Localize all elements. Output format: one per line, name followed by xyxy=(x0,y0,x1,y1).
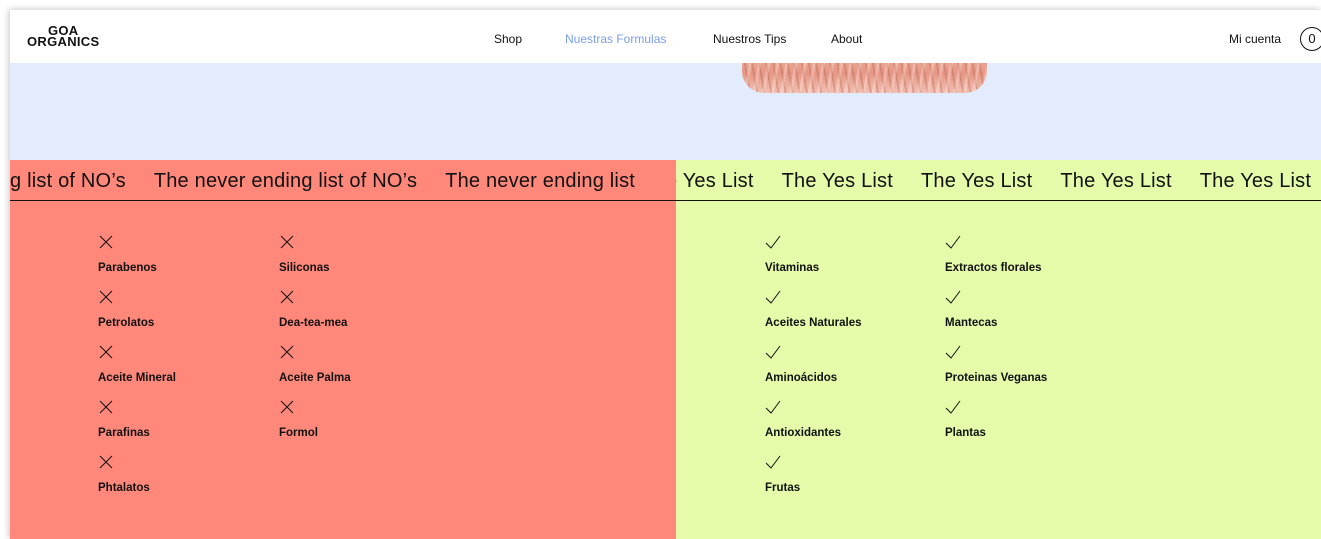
cart-count-badge[interactable]: 0 xyxy=(1300,27,1321,51)
brand-logo[interactable]: GOA ORGANICS xyxy=(27,24,100,49)
x-icon xyxy=(280,290,294,304)
yes-marquee-text: The Yes List xyxy=(921,170,1033,192)
site-header: GOA ORGANICS Shop Nuestras Formulas Nues… xyxy=(10,10,1321,63)
no-list-marquee: g list of NO’s The never ending list of N… xyxy=(10,170,663,193)
yes-marquee-text: The Yes List xyxy=(1199,170,1312,192)
nav-shop[interactable]: Shop xyxy=(494,32,522,46)
no-list-section: g list of NO’s The never ending list of N… xyxy=(10,160,676,539)
x-icon xyxy=(99,455,113,469)
logo-line-2: ORGANICS xyxy=(27,34,100,49)
no-item-label: Phtalatos xyxy=(98,482,150,494)
no-item-label: Dea-tea-mea xyxy=(279,317,348,329)
yes-item-label: Extractos florales xyxy=(945,262,1042,274)
x-icon xyxy=(99,345,113,359)
yes-list-divider xyxy=(676,200,1321,201)
x-icon xyxy=(99,235,113,249)
yes-list-marquee: e Yes List The Yes List The Yes List The Ye… xyxy=(676,170,1321,193)
account-link[interactable]: Mi cuenta xyxy=(1229,32,1281,46)
check-icon xyxy=(765,235,781,249)
no-item-label: Formol xyxy=(279,427,318,439)
no-item-label: Parafinas xyxy=(98,427,150,439)
x-icon xyxy=(280,400,294,414)
check-icon xyxy=(945,345,961,359)
yes-item-label: Vitaminas xyxy=(765,262,820,274)
check-icon xyxy=(765,455,781,469)
check-icon xyxy=(765,400,781,414)
x-icon xyxy=(99,290,113,304)
no-item-label: Aceite Palma xyxy=(279,372,351,384)
no-marquee-text: The never ending list of NO’s xyxy=(153,170,418,192)
check-icon xyxy=(765,290,781,304)
nav-about[interactable]: About xyxy=(831,32,862,46)
no-marquee-text: The never ending list xyxy=(445,170,636,192)
check-icon xyxy=(945,235,961,249)
yes-item-label: Proteinas Veganas xyxy=(945,372,1048,384)
yes-item-label: Mantecas xyxy=(945,317,998,329)
yes-marquee-text: e Yes List xyxy=(676,170,754,192)
check-icon xyxy=(765,345,781,359)
check-icon xyxy=(945,290,961,304)
no-item-label: Siliconas xyxy=(279,262,330,274)
yes-marquee-text: The Yes List xyxy=(1060,170,1172,192)
yes-list-section: e Yes List The Yes List The Yes List The Ye… xyxy=(676,160,1321,539)
yes-item-label: Aminoácidos xyxy=(765,372,838,384)
check-icon xyxy=(945,400,961,414)
yes-item-label: Aceites Naturales xyxy=(765,317,862,329)
no-item-label: Aceite Mineral xyxy=(98,372,176,384)
yes-marquee-text: The Yes List xyxy=(781,170,893,192)
x-icon xyxy=(280,345,294,359)
no-item-label: Parabenos xyxy=(98,262,157,274)
x-icon xyxy=(99,400,113,414)
no-marquee-text: g list of NO’s xyxy=(10,170,126,192)
x-icon xyxy=(280,235,294,249)
nav-nuestros-tips[interactable]: Nuestros Tips xyxy=(713,32,786,46)
no-item-label: Petrolatos xyxy=(98,317,155,329)
yes-item-label: Plantas xyxy=(945,427,986,439)
yes-item-label: Frutas xyxy=(765,482,801,494)
nav-nuestras-formulas[interactable]: Nuestras Formulas xyxy=(565,32,666,46)
yes-item-label: Antioxidantes xyxy=(765,427,842,439)
no-list-divider xyxy=(10,200,676,201)
page: GOA ORGANICS Shop Nuestras Formulas Nues… xyxy=(10,10,1321,539)
